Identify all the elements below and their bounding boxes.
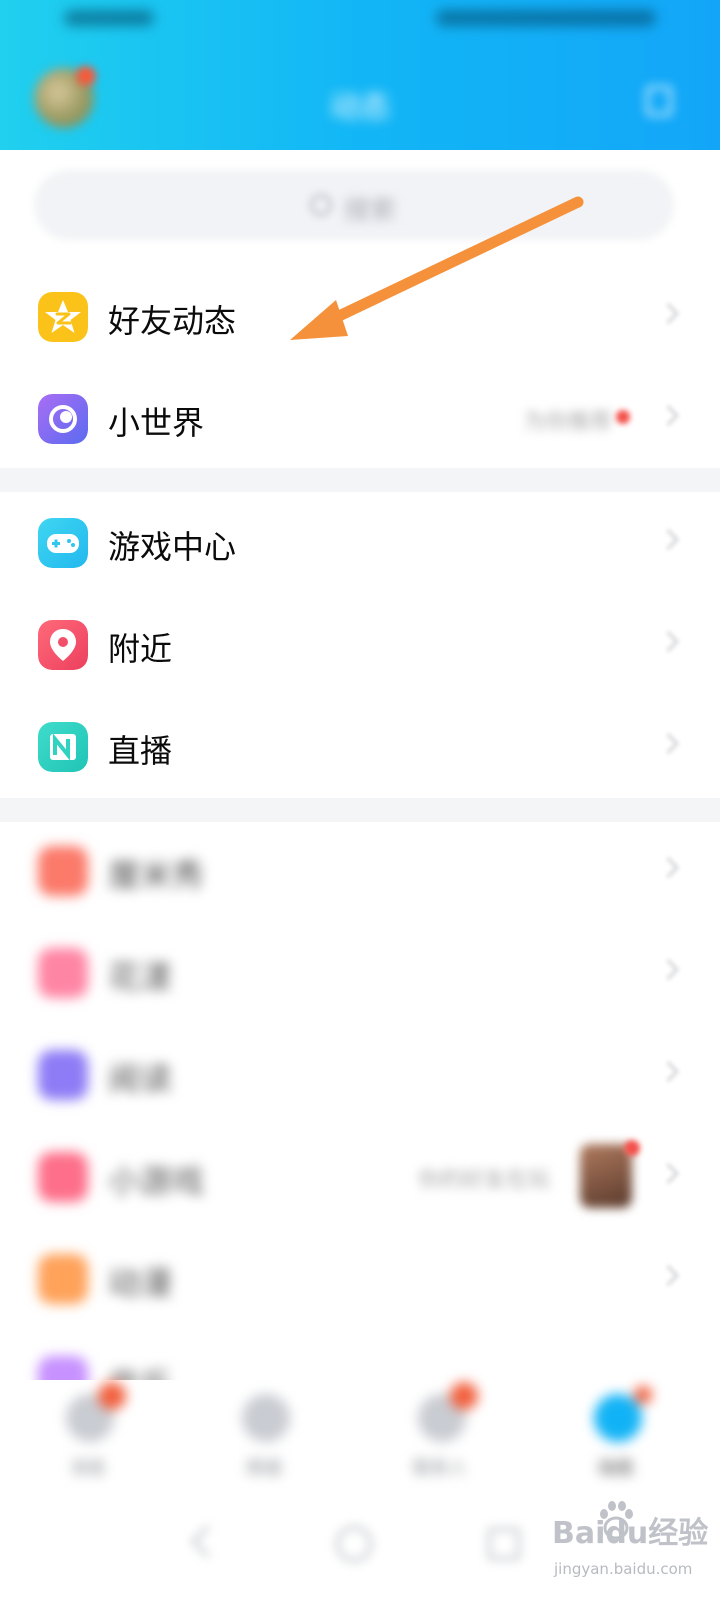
tab-label: 动态 — [598, 1458, 634, 1479]
list-item-label: 直播 — [108, 732, 173, 770]
chevron-right-icon — [657, 732, 680, 755]
tab-badge — [634, 1386, 652, 1404]
location-pin-icon — [38, 620, 88, 670]
back-icon[interactable] — [184, 1522, 224, 1562]
qzone-star-icon — [38, 292, 88, 342]
planet-icon — [38, 394, 88, 444]
search-icon — [310, 194, 332, 216]
list-item-live[interactable]: 直播 — [0, 696, 720, 798]
list-item-label: 小游戏 — [108, 1162, 205, 1200]
channel-icon — [242, 1394, 290, 1442]
tab-badge — [450, 1382, 478, 1410]
chevron-right-icon — [657, 630, 680, 653]
list-item-flower[interactable]: 花漾 — [0, 922, 720, 1024]
cmshow-icon — [38, 846, 88, 896]
list-item-label: 阅读 — [108, 1060, 173, 1098]
mini-game-icon — [38, 1152, 88, 1202]
friends-playing-text: 你的好友在玩 — [417, 1168, 550, 1193]
list-item-label: 游戏中心 — [108, 528, 237, 566]
edit-icon[interactable] — [638, 80, 674, 116]
status-bar — [0, 0, 720, 45]
notification-dot — [624, 1140, 640, 1156]
tab-contacts[interactable]: 联系人 — [390, 1372, 490, 1482]
watermark: Baidu经验 jingyan.baidu.com — [552, 1498, 708, 1590]
list-item-reading[interactable]: 阅读 — [0, 1024, 720, 1126]
list-item-label: 好友动态 — [108, 302, 237, 340]
chevron-right-icon — [657, 856, 680, 879]
list-item-comic[interactable]: 动漫 — [0, 1228, 720, 1330]
chevron-right-icon — [657, 1162, 680, 1185]
chevron-right-icon — [657, 1264, 680, 1287]
list-item-label: 花漾 — [108, 958, 173, 996]
page-title: 动态 — [330, 90, 390, 125]
list-item-cmshow[interactable]: 厘米秀 — [0, 820, 720, 922]
chevron-right-icon — [657, 958, 680, 981]
list-item-label: 厘米秀 — [108, 856, 205, 894]
status-time — [64, 10, 154, 26]
app-header: 动态 — [0, 0, 720, 150]
list-item-label: 附近 — [108, 630, 173, 668]
list-item-friend-feeds[interactable]: 好友动态 — [0, 266, 720, 368]
list-item-nearby[interactable]: 附近 — [0, 594, 720, 696]
tab-feeds[interactable]: 动态 — [566, 1372, 666, 1482]
list-item-mini-game[interactable]: 小游戏 你的好友在玩 — [0, 1126, 720, 1228]
status-icons — [436, 10, 656, 26]
gamepad-icon — [38, 518, 88, 568]
notification-dot — [616, 410, 630, 424]
tab-label: 联系人 — [413, 1458, 467, 1479]
list-item-game-center[interactable]: 游戏中心 — [0, 492, 720, 594]
chevron-right-icon — [657, 404, 680, 427]
recent-apps-icon[interactable] — [482, 1522, 522, 1562]
list-item-small-world[interactable]: 小世界 为你推荐 — [0, 368, 720, 470]
chevron-right-icon — [657, 528, 680, 551]
watermark-logo: Baidu经验 — [552, 1516, 709, 1551]
recommend-text: 为你推荐 — [523, 410, 612, 435]
chevron-right-icon — [657, 1060, 680, 1083]
comic-icon — [38, 1254, 88, 1304]
game-thumbnail — [580, 1144, 632, 1208]
tab-badge — [98, 1382, 126, 1410]
book-icon — [38, 1050, 88, 1100]
watermark-url: jingyan.baidu.com — [554, 1560, 693, 1578]
search-placeholder: 搜索 — [344, 196, 397, 226]
tab-channels[interactable]: 频道 — [214, 1372, 314, 1482]
list-item-label: 动漫 — [108, 1264, 173, 1302]
chevron-right-icon — [657, 302, 680, 325]
list-item-label: 小世界 — [108, 404, 205, 442]
section-divider — [0, 798, 720, 822]
tab-label: 频道 — [246, 1458, 282, 1479]
bottom-tab-bar: 消息 频道 联系人 动态 — [0, 1372, 720, 1482]
home-icon[interactable] — [332, 1522, 372, 1562]
flower-icon — [38, 948, 88, 998]
section-divider — [0, 468, 720, 492]
live-n-icon — [38, 722, 88, 772]
tab-label: 消息 — [70, 1458, 106, 1479]
tab-messages[interactable]: 消息 — [38, 1372, 138, 1482]
star-icon — [594, 1394, 642, 1442]
